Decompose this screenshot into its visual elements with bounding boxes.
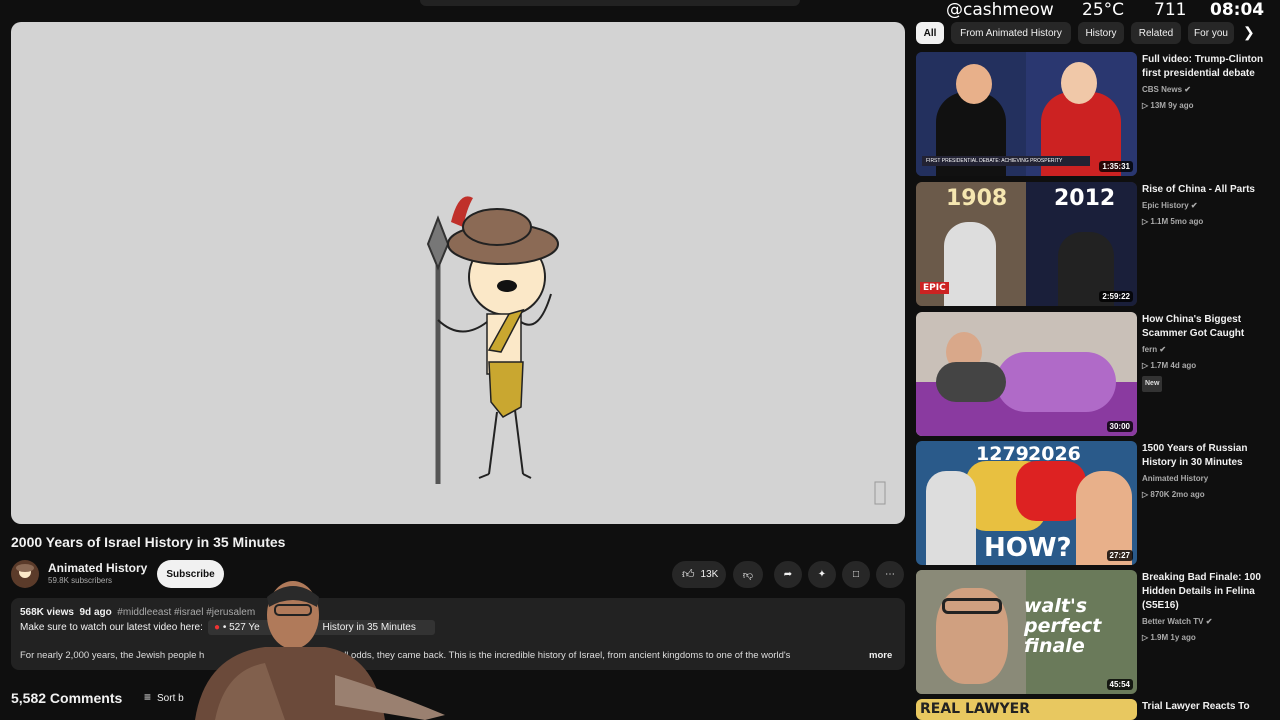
recommendation-meta: ▷ 1.7M 4d ago	[1142, 361, 1197, 370]
recommendation-item[interactable]: 1908 2012 EPIC 2:59:22 Rise of China - A…	[916, 182, 1280, 306]
channel-row: Animated History 59.8K subscribers Subsc…	[11, 558, 905, 590]
recommendation-channel[interactable]: Better Watch TV	[1142, 617, 1204, 626]
thumbnail-year-right: 2012	[1054, 186, 1116, 211]
sort-icon: ≡	[144, 690, 152, 704]
recommendation-title[interactable]: Rise of China - All Parts	[1142, 183, 1272, 197]
more-link[interactable]: more	[869, 650, 892, 661]
sort-by-button[interactable]: ≡ Sort b	[144, 690, 184, 704]
video-thumbnail[interactable]: 1279 2026 HOW? 27:27	[916, 441, 1137, 565]
recommendation-channel[interactable]: fern	[1142, 345, 1157, 354]
thumbnail-year-left: 1908	[946, 186, 1008, 211]
chip-all[interactable]: All	[916, 22, 944, 44]
recommendation-meta: ▷ 870K 2mo ago	[1142, 490, 1205, 499]
upload-age: 9d ago	[79, 607, 112, 618]
channel-name[interactable]: Animated History	[48, 561, 147, 575]
video-thumbnail[interactable]: 1908 2012 EPIC 2:59:22	[916, 182, 1137, 306]
thumbnail-caption: FIRST PRESIDENTIAL DEBATE: ACHIEVING PRO…	[922, 156, 1090, 166]
thumbnail-logo: EPIC	[920, 282, 949, 294]
more-actions-button[interactable]: ⋯	[876, 561, 904, 588]
overlay-count: 711	[1154, 0, 1187, 20]
recommendation-chips: All From Animated History History Relate…	[916, 22, 1280, 44]
video-thumbnail[interactable]: walt's perfect finale 45:54	[916, 570, 1137, 694]
video-thumbnail[interactable]: REAL LAWYER	[916, 699, 1137, 720]
share-button[interactable]: ➦	[774, 561, 802, 588]
recommendation-item[interactable]: REAL LAWYER Trial Lawyer Reacts To	[916, 699, 1280, 720]
save-button[interactable]: □	[842, 561, 870, 588]
view-count: 568K views	[20, 607, 74, 618]
recommendation-item[interactable]: walt's perfect finale 45:54 Breaking Bad…	[916, 570, 1280, 694]
video-frame-illustration	[426, 196, 886, 505]
recommendation-title[interactable]: Breaking Bad Finale: 100 Hidden Details …	[1142, 571, 1272, 613]
verified-icon: ✔	[1159, 345, 1167, 354]
video-thumbnail[interactable]: FIRST PRESIDENTIAL DEBATE: ACHIEVING PRO…	[916, 52, 1137, 176]
recommendation-channel[interactable]: Epic History	[1142, 201, 1189, 210]
chip-for-you[interactable]: For you	[1188, 22, 1234, 44]
thumbnail-year-right: 2026	[1028, 443, 1081, 465]
chip-related[interactable]: Related	[1131, 22, 1181, 44]
verified-icon: ✔	[1205, 617, 1213, 626]
thumbs-up-icon: 👍︎	[682, 567, 695, 581]
like-button[interactable]: 👍︎ 13K	[672, 561, 726, 588]
recommendation-title[interactable]: How China's Biggest Scammer Got Caught	[1142, 313, 1272, 341]
ask-button[interactable]: ✦	[808, 561, 836, 588]
recommendation-title[interactable]: Trial Lawyer Reacts To	[1142, 700, 1272, 714]
thumbnail-big-text: REAL LAWYER	[920, 701, 1031, 717]
channel-avatar[interactable]	[11, 560, 39, 588]
duration-badge: 30:00	[1106, 421, 1133, 432]
search-bar[interactable]	[420, 0, 800, 6]
like-count: 13K	[700, 569, 719, 580]
stream-overlay: @cashmeow 25°C 711 08:04	[938, 0, 1280, 22]
bookmark-icon: □	[852, 569, 860, 580]
comments-count: 5,582 Comments	[11, 690, 123, 706]
recommendation-title[interactable]: 1500 Years of Russian History in 30 Minu…	[1142, 442, 1272, 470]
description-box[interactable]: 568K views 9d ago #middleeast #israel #j…	[11, 598, 905, 670]
recommendation-meta: ▷ 1.1M 5mo ago	[1142, 217, 1204, 226]
recommendation-meta: ▷ 13M 9y ago	[1142, 101, 1194, 110]
dislike-button[interactable]: 👎︎	[733, 561, 763, 588]
sparkle-icon: ✦	[817, 569, 827, 580]
thumbnail-year-left: 1279	[976, 443, 1029, 465]
verified-icon: ✔	[1184, 85, 1191, 94]
webcam-overlay	[185, 575, 450, 720]
channel-subscribers: 59.8K subscribers	[48, 576, 113, 585]
more-horiz-icon: ⋯	[885, 569, 895, 580]
recommendation-meta: ▷ 1.9M 1y ago	[1142, 633, 1196, 642]
description-body-start: For nearly 2,000 years, the Jewish peopl…	[20, 650, 205, 661]
duration-badge: 45:54	[1106, 679, 1133, 690]
description-line: Make sure to watch our latest video here…	[20, 622, 203, 633]
recommendation-channel[interactable]: Animated History	[1142, 474, 1208, 483]
duration-badge: 27:27	[1106, 550, 1133, 561]
recommendation-title[interactable]: Full video: Trump-Clinton first presiden…	[1142, 53, 1272, 81]
new-badge: New	[1142, 376, 1163, 392]
thumbnail-big-text: walt's perfect finale	[1024, 595, 1102, 657]
duration-badge: 2:59:22	[1099, 291, 1133, 302]
sort-label: Sort b	[157, 693, 184, 704]
chip-history[interactable]: History	[1078, 22, 1124, 44]
recommendation-channel[interactable]: CBS News	[1142, 85, 1182, 94]
recommendation-item[interactable]: 30:00 How China's Biggest Scammer Got Ca…	[916, 312, 1280, 436]
duration-badge: 1:35:31	[1099, 161, 1133, 172]
overlay-time: 08:04	[1210, 0, 1265, 20]
thumbnail-big-text: HOW?	[984, 533, 1072, 563]
recommendation-item[interactable]: FIRST PRESIDENTIAL DEBATE: ACHIEVING PRO…	[916, 52, 1280, 176]
chevron-right-icon[interactable]: ❯	[1243, 24, 1259, 42]
overlay-temp: 25°C	[1082, 0, 1125, 20]
share-icon: ➦	[783, 569, 793, 580]
chip-from-channel[interactable]: From Animated History	[951, 22, 1071, 44]
video-title: 2000 Years of Israel History in 35 Minut…	[11, 534, 286, 550]
thumbs-down-icon: 👎︎	[742, 569, 754, 581]
video-player[interactable]	[11, 22, 905, 524]
verified-icon: ✔	[1190, 201, 1198, 210]
overlay-handle: @cashmeow	[946, 0, 1054, 20]
video-thumbnail[interactable]: 30:00	[916, 312, 1137, 436]
recommendation-item[interactable]: 1279 2026 HOW? 27:27 1500 Years of Russi…	[916, 441, 1280, 565]
